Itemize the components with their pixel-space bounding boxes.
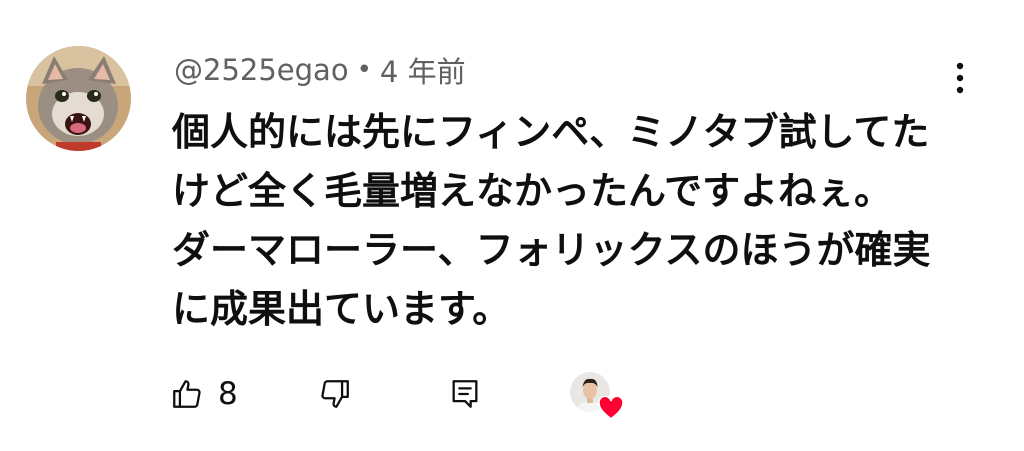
posted-time[interactable]: 4 年前 <box>380 49 466 91</box>
comment-text-line: に成果出ています。 <box>172 287 511 331</box>
heart-icon <box>598 396 624 420</box>
dislike-button[interactable] <box>318 366 352 422</box>
thumbs-up-icon <box>173 380 201 408</box>
thumbs-down-icon <box>321 380 349 408</box>
comment-text: 個人的には先にフィンペ、ミノタブ試してた けど全く毛量増えなかったんですよねぇ。… <box>172 103 972 339</box>
comment-action-bar: 8 <box>0 366 1024 422</box>
comment-header: @2525egao • 4 年前 <box>174 50 466 90</box>
author-avatar[interactable] <box>26 46 131 151</box>
like-count: 8 <box>218 376 238 412</box>
meta-separator: • <box>356 55 372 85</box>
author-handle[interactable]: @2525egao <box>174 53 349 87</box>
reply-button[interactable] <box>448 366 482 422</box>
more-actions-button[interactable] <box>944 56 976 100</box>
creator-heart-badge[interactable] <box>566 370 626 422</box>
comment-text-line: 個人的には先にフィンペ、ミノタブ試してた <box>172 110 930 154</box>
comment-thread-item: @2525egao • 4 年前 個人的には先にフィンペ、ミノタブ試してた けど… <box>0 0 1024 451</box>
more-vert-icon <box>956 62 964 94</box>
comment-icon <box>452 380 478 408</box>
comment-text-line: けど全く毛量増えなかったんですよねぇ。 <box>172 169 893 213</box>
comment-text-line: ダーマローラー、フォリックスのほうが確実 <box>172 228 931 272</box>
like-button[interactable]: 8 <box>170 366 238 422</box>
